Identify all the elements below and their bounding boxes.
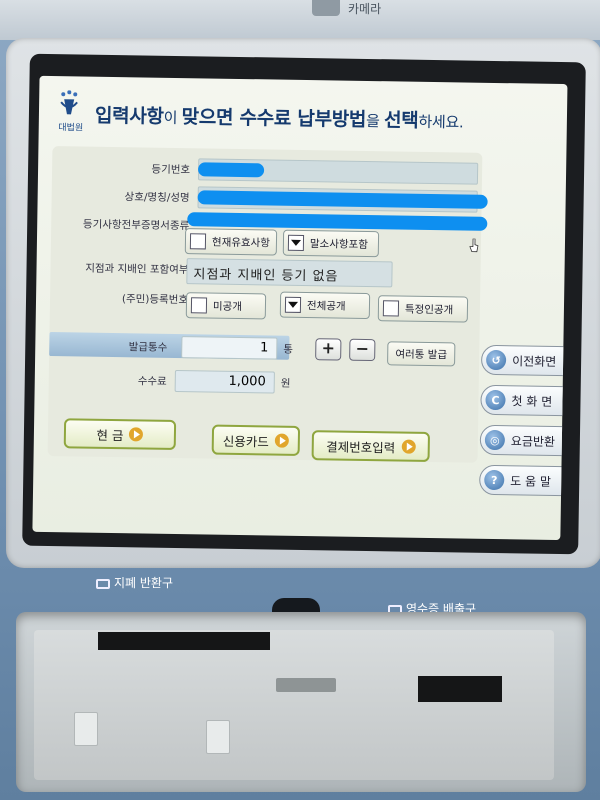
monitor: 대법원 입력사항이 맞으면 수수료 납부방법을 선택하세요. 등기번호 상호/명… bbox=[22, 53, 586, 555]
option-label: 현재유효사항 bbox=[211, 236, 271, 249]
bill-icon bbox=[96, 578, 110, 589]
checkbox-unchecked bbox=[382, 300, 400, 317]
copies-label: 발급통수 bbox=[128, 341, 168, 354]
page-title: 입력사항이 맞으면 수수료 납부방법을 선택하세요. bbox=[95, 101, 464, 134]
checkbox-unchecked bbox=[189, 233, 207, 250]
arrow-right-icon bbox=[129, 427, 144, 442]
option-current-valid[interactable]: 현재유효사항 bbox=[184, 228, 278, 256]
title-part: 하세요. bbox=[418, 112, 464, 132]
prev-screen-button[interactable]: ↺ 이전화면 bbox=[480, 344, 568, 377]
help-button[interactable]: ? 도 움 말 bbox=[479, 464, 568, 497]
button-label: 요금반환 bbox=[510, 433, 556, 449]
name-label: 상호/명칭/성명 bbox=[124, 191, 190, 205]
payment-code-button[interactable]: 결제번호입력 bbox=[311, 430, 431, 462]
tray-inner bbox=[34, 630, 554, 780]
tray-tab bbox=[74, 712, 98, 746]
cursor-icon bbox=[469, 238, 479, 253]
branch-label: 지점과 지배인 포함여부 bbox=[85, 262, 189, 277]
credit-card-button[interactable]: 신용카드 bbox=[211, 424, 301, 456]
redaction bbox=[197, 162, 265, 178]
kiosk: 카메라 대법원 입력사항이 맞으면 수수료 납부방법을 선택하세요. 등기번호 … bbox=[0, 0, 600, 800]
receipt-slot bbox=[418, 676, 502, 702]
button-label: 도 움 말 bbox=[510, 473, 552, 489]
option-private[interactable]: 미공개 bbox=[185, 292, 267, 320]
title-part: 맞으면 bbox=[181, 106, 234, 129]
button-label: 결제번호입력 bbox=[326, 438, 396, 455]
bill-return-label: 지폐 반환구 bbox=[96, 574, 173, 591]
tray-latch bbox=[276, 678, 336, 692]
home-refresh-icon: C bbox=[485, 389, 506, 411]
bill-slot bbox=[98, 632, 270, 650]
label-text: 지폐 반환구 bbox=[114, 576, 174, 590]
coin-return-icon: ◎ bbox=[484, 429, 506, 451]
checkbox-checked-icon bbox=[287, 234, 305, 251]
title-part: 선택 bbox=[383, 109, 419, 132]
copies-unit: 통 bbox=[283, 343, 294, 356]
option-full-disclosure[interactable]: 전체공개 bbox=[279, 291, 371, 320]
court-emblem-icon bbox=[60, 90, 78, 115]
copies-value: 1 bbox=[181, 336, 278, 360]
button-label: 첫 화 면 bbox=[511, 393, 553, 409]
help-question-icon: ? bbox=[484, 469, 505, 491]
option-cancelled-included[interactable]: 말소사항포함 bbox=[282, 229, 380, 258]
multi-copy-button[interactable]: 여러통 발급 bbox=[387, 341, 456, 367]
arrow-right-icon bbox=[274, 433, 289, 448]
button-label: 이전화면 bbox=[512, 353, 557, 369]
fee-unit: 원 bbox=[280, 377, 291, 390]
fee-value: 1,000 bbox=[174, 369, 275, 394]
branch-value: 지점과 지배인 등기 없음 bbox=[186, 258, 393, 288]
option-specific-person[interactable]: 특정인공개 bbox=[377, 295, 469, 323]
cash-button[interactable]: 현 금 bbox=[63, 418, 177, 451]
camera-icon bbox=[312, 0, 340, 16]
reg-no-label: 등기번호 bbox=[151, 163, 191, 177]
checkbox-checked-icon bbox=[284, 296, 302, 313]
screen: 대법원 입력사항이 맞으면 수수료 납부방법을 선택하세요. 등기번호 상호/명… bbox=[32, 75, 568, 541]
kiosk-top bbox=[0, 0, 600, 40]
refund-button[interactable]: ◎ 요금반환 bbox=[479, 424, 568, 457]
title-part: 납부방법 bbox=[297, 107, 367, 131]
tray-tab bbox=[206, 720, 230, 754]
option-label: 미공개 bbox=[212, 300, 243, 313]
home-screen-button[interactable]: C첫 화 면 bbox=[480, 384, 568, 417]
back-arrow-icon: ↺ bbox=[485, 349, 507, 371]
button-label: 신용카드 bbox=[222, 433, 269, 449]
court-logo: 대법원 bbox=[53, 90, 86, 134]
logo-text: 대법원 bbox=[58, 123, 84, 134]
title-part: 이 bbox=[163, 108, 182, 128]
title-part: 수수료 bbox=[239, 106, 292, 130]
cert-type-label: 등기사항전부증명서종류 bbox=[82, 218, 190, 233]
camera-label: 카메라 bbox=[348, 2, 382, 16]
checkbox-unchecked bbox=[190, 297, 208, 314]
title-part: 입력사항 bbox=[94, 104, 164, 128]
title-part: 을 bbox=[365, 111, 385, 131]
plus-button[interactable]: + bbox=[315, 338, 342, 361]
fee-label: 수수료 bbox=[137, 375, 167, 388]
arrow-right-icon bbox=[401, 439, 416, 454]
option-label: 특정인공개 bbox=[404, 303, 454, 316]
id-label: (주민)등록번호 bbox=[121, 293, 189, 307]
minus-button[interactable]: − bbox=[349, 338, 376, 362]
button-label: 현 금 bbox=[96, 427, 124, 443]
option-label: 전체공개 bbox=[306, 299, 346, 313]
option-label: 말소사항포함 bbox=[309, 237, 369, 251]
